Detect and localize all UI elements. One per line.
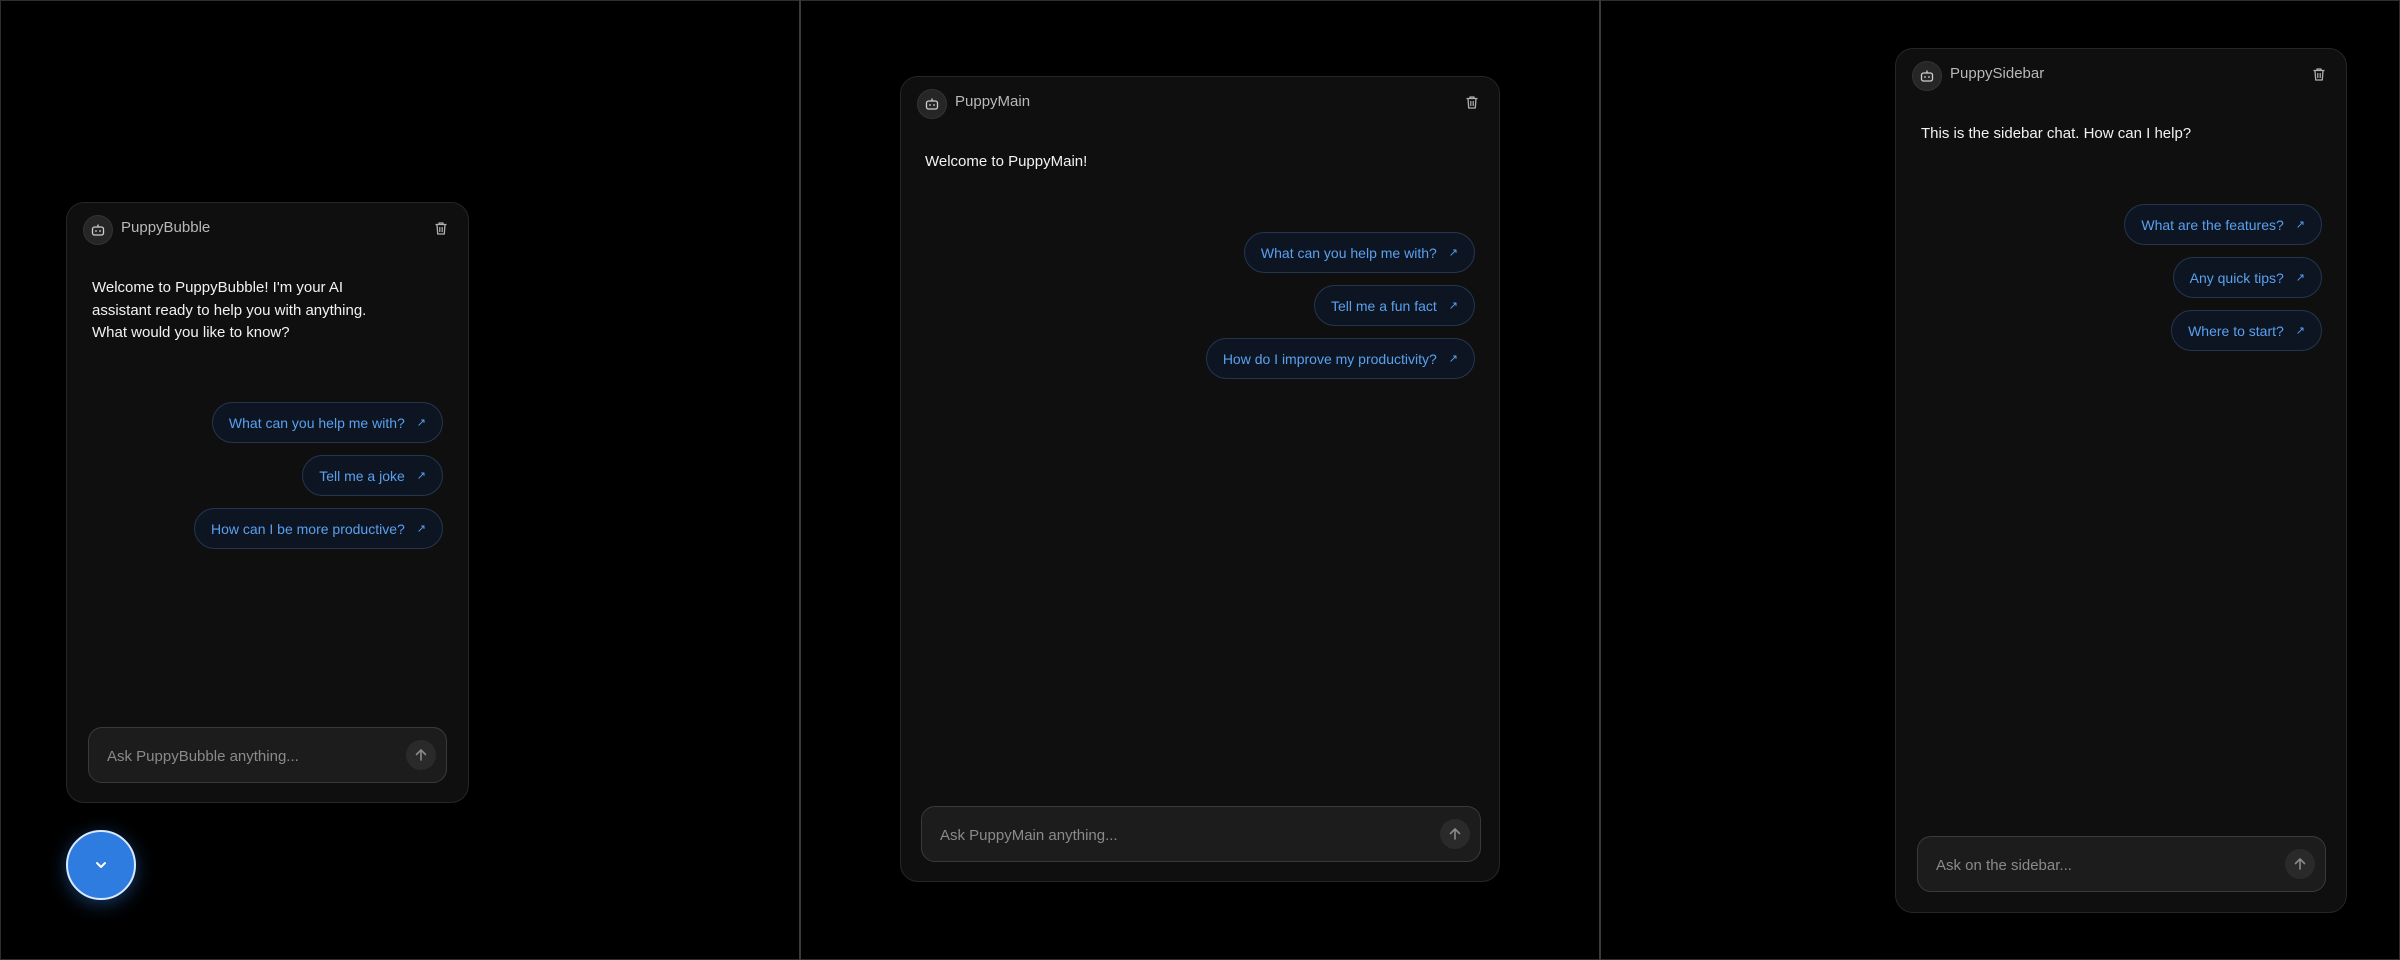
arrow-up-right-icon: ↗	[416, 417, 426, 429]
send-button[interactable]	[406, 740, 436, 770]
arrow-up-icon	[1449, 828, 1461, 840]
main-suggestion-list: What can you help me with? ↗ Tell me a fu…	[1205, 232, 1475, 379]
trash-icon[interactable]	[2308, 63, 2330, 85]
robot-icon	[83, 215, 113, 245]
main-chat-header: PuppyMain	[901, 77, 1499, 127]
arrow-up-icon	[2294, 858, 2306, 870]
arrow-up-right-icon: ↗	[1448, 247, 1458, 259]
arrow-up-right-icon: ↗	[1448, 353, 1458, 365]
sidebar-message-field[interactable]	[1934, 837, 2269, 893]
suggestion-chip[interactable]: What are the features? ↗	[2124, 204, 2322, 245]
main-message-field[interactable]	[938, 807, 1424, 863]
sidebar-suggestion-list: What are the features? ↗ Any quick tips? ↗…	[2124, 204, 2322, 351]
suggestion-label: How do I improve my productivity?	[1222, 350, 1437, 367]
welcome-line: Welcome to PuppyBubble! I'm your AI	[92, 279, 344, 296]
arrow-up-icon	[415, 749, 427, 761]
welcome-line: What would you like to know?	[92, 324, 290, 341]
suggestion-chip[interactable]: What can you help me with? ↗	[1243, 232, 1475, 273]
arrow-up-right-icon: ↗	[416, 470, 426, 482]
bubble-message-field[interactable]	[105, 728, 390, 784]
suggestion-chip[interactable]: How can I be more productive? ↗	[194, 508, 443, 549]
main-chat-panel: PuppyMain Welcome to PuppyMain! What can…	[900, 76, 1500, 882]
suggestion-label: Tell me a joke	[319, 467, 405, 484]
robot-icon	[1912, 61, 1942, 91]
suggestion-label: What are the features?	[2141, 216, 2284, 233]
sidebar-chat-panel: PuppySidebar This is the sidebar chat. H…	[1895, 48, 2347, 913]
sidebar-chat-title: PuppySidebar	[1950, 65, 2045, 82]
bubble-chat-title: PuppyBubble	[121, 219, 211, 236]
bubble-suggestion-list: What can you help me with? ↗ Tell me a jo…	[194, 402, 443, 549]
arrow-up-right-icon: ↗	[1448, 300, 1458, 312]
arrow-up-right-icon: ↗	[2295, 219, 2305, 231]
arrow-up-right-icon: ↗	[2295, 325, 2305, 337]
main-chat-input[interactable]	[921, 806, 1481, 863]
column-divider-1	[799, 0, 801, 960]
suggestion-chip[interactable]: Tell me a fun fact ↗	[1313, 285, 1475, 326]
bubble-chat-header: PuppyBubble	[67, 203, 468, 253]
suggestion-chip[interactable]: What can you help me with? ↗	[211, 402, 443, 443]
suggestion-label: What can you help me with?	[1260, 244, 1437, 261]
send-button[interactable]	[1440, 819, 1470, 849]
suggestion-label: Tell me a fun fact	[1330, 297, 1437, 314]
bubble-chat-input[interactable]	[88, 727, 447, 784]
robot-icon	[917, 89, 947, 119]
suggestion-label: Where to start?	[2188, 322, 2284, 339]
suggestion-label: What can you help me with?	[228, 414, 405, 431]
suggestion-chip[interactable]: Any quick tips? ↗	[2172, 257, 2322, 298]
welcome-line: assistant ready to help you with anythin…	[92, 301, 367, 319]
suggestion-chip[interactable]: Where to start? ↗	[2171, 310, 2322, 351]
sidebar-chat-header: PuppySidebar	[1896, 49, 2346, 99]
arrow-up-right-icon: ↗	[416, 523, 426, 535]
column-divider-2	[1599, 0, 1601, 960]
arrow-up-right-icon: ↗	[2295, 272, 2305, 284]
send-button[interactable]	[2285, 849, 2315, 879]
trash-icon[interactable]	[1461, 91, 1483, 113]
sidebar-chat-input[interactable]	[1917, 836, 2326, 893]
collapse-chat-button[interactable]	[66, 830, 136, 900]
suggestion-chip[interactable]: Tell me a joke ↗	[302, 455, 443, 496]
suggestion-chip[interactable]: How do I improve my productivity? ↗	[1205, 338, 1475, 379]
bubble-chat-panel: PuppyBubble Welcome to PuppyBubble! I'm …	[66, 202, 469, 803]
main-chat-title: PuppyMain	[955, 93, 1031, 110]
bubble-welcome-message: Welcome to PuppyBubble! I'm your AI assi…	[92, 277, 392, 345]
suggestion-label: How can I be more productive?	[211, 520, 405, 537]
trash-icon[interactable]	[430, 217, 452, 239]
main-welcome-message: Welcome to PuppyMain!	[925, 153, 1088, 170]
suggestion-label: Any quick tips?	[2189, 269, 2284, 286]
sidebar-welcome-message: This is the sidebar chat. How can I help…	[1921, 125, 2192, 142]
chevron-down-icon	[96, 862, 106, 868]
